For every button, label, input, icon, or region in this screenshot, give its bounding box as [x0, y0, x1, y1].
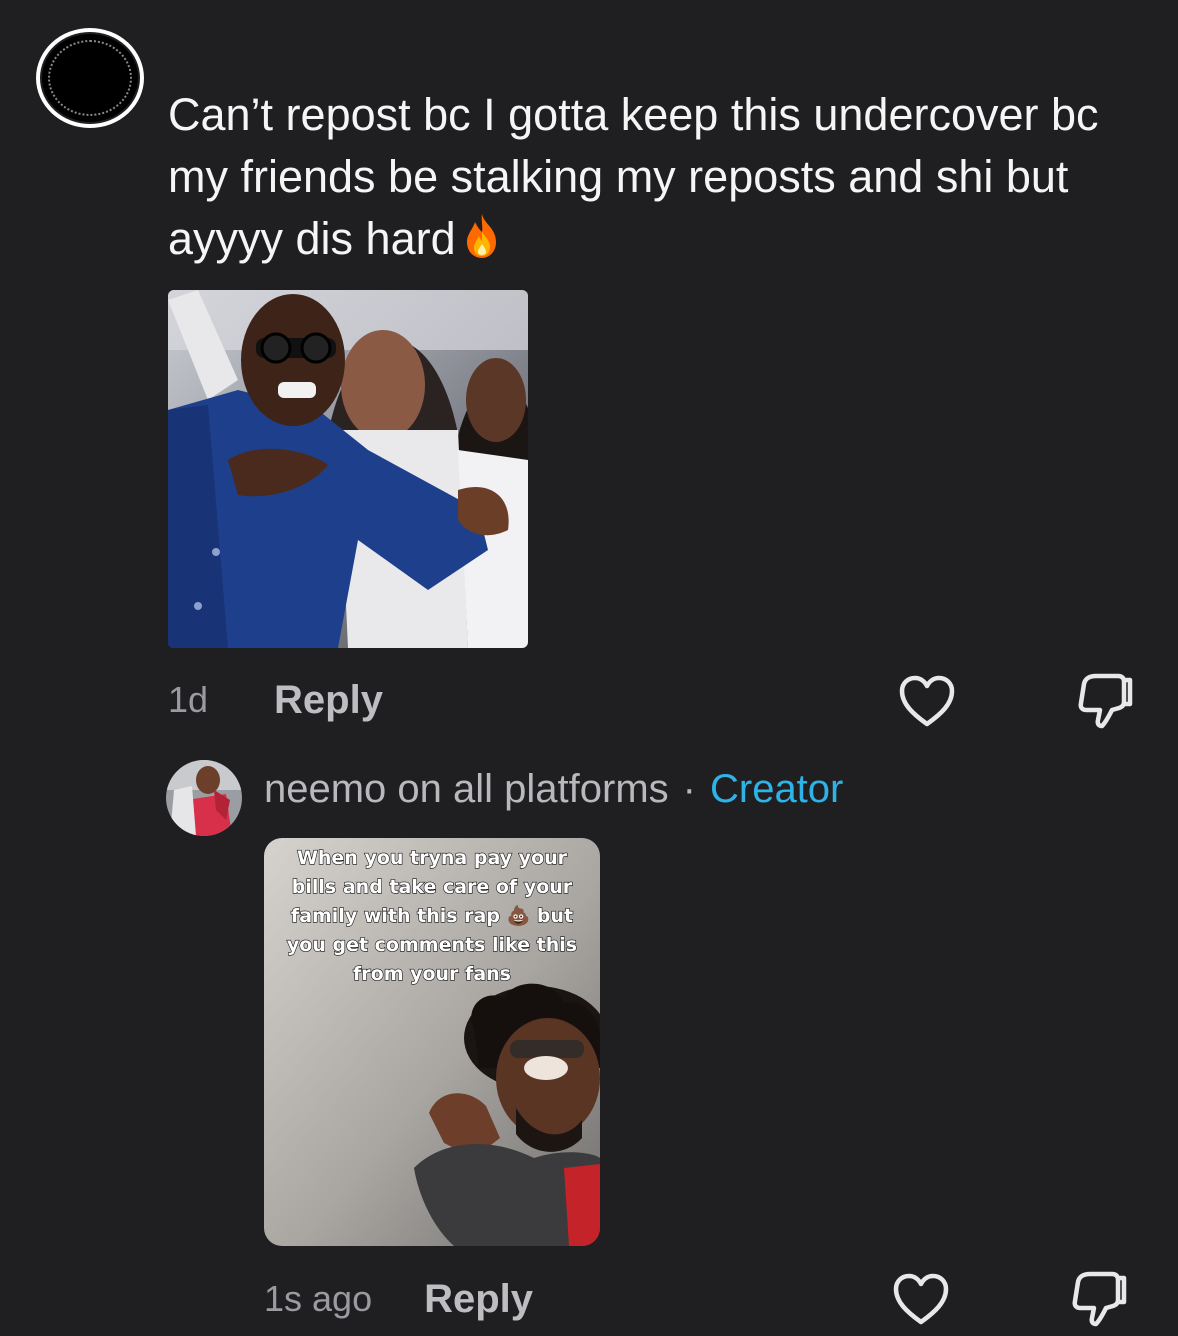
creator-header: neemo on all platforms · Creator	[264, 762, 843, 816]
gif-scene	[168, 290, 528, 648]
separator-dot: ·	[682, 766, 696, 811]
commenter-avatar[interactable]	[36, 28, 144, 128]
creator-comment-meta: 1s ago Reply	[264, 1272, 533, 1326]
reply-button[interactable]: Reply	[274, 678, 383, 723]
fire-icon	[462, 212, 502, 276]
comment-timestamp: 1d	[168, 679, 209, 720]
thumbs-down-outline-icon[interactable]	[1068, 1270, 1128, 1328]
creator-badge: Creator	[709, 766, 844, 811]
creator-avatar[interactable]	[166, 760, 242, 836]
heart-outline-icon[interactable]	[898, 674, 956, 728]
comment-body: Can’t repost bc I gotta keep this underc…	[168, 89, 1099, 264]
comment-text: Can’t repost bc I gotta keep this underc…	[168, 84, 1128, 276]
creator-username[interactable]: neemo on all platforms	[264, 767, 669, 812]
comment-gif[interactable]	[168, 290, 528, 648]
thumbs-down-outline-icon[interactable]	[1074, 672, 1134, 730]
heart-outline-icon[interactable]	[892, 1272, 950, 1326]
reply-video-thumbnail[interactable]: When you tryna pay your bills and take c…	[264, 838, 600, 1246]
video-caption: When you tryna pay your bills and take c…	[286, 846, 578, 985]
reply-button[interactable]: Reply	[424, 1277, 533, 1322]
creator-comment-timestamp: 1s ago	[264, 1278, 373, 1319]
comment-meta: 1d Reply	[168, 674, 383, 726]
